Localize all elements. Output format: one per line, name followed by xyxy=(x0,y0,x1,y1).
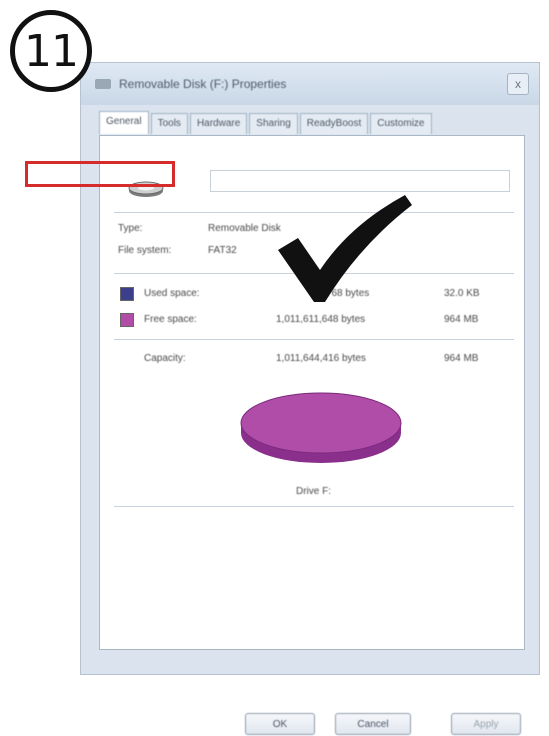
pie-free-slice xyxy=(240,392,402,454)
tab-customize[interactable]: Customize xyxy=(370,113,432,134)
capacity-bytes: 1,011,644,416 bytes xyxy=(276,353,366,364)
apply-button[interactable]: Apply xyxy=(451,713,521,735)
file-system-highlight xyxy=(25,161,175,187)
drive-title-icon xyxy=(95,79,111,89)
checkmark-icon xyxy=(278,195,412,302)
step-number: 11 xyxy=(24,25,79,77)
filesystem-label: File system: xyxy=(118,245,172,256)
drive-caption: Drive F: xyxy=(296,486,331,497)
type-label: Type: xyxy=(118,223,143,234)
ok-button[interactable]: OK xyxy=(245,713,315,735)
close-button[interactable]: x xyxy=(507,73,529,95)
tab-sharing[interactable]: Sharing xyxy=(249,113,298,134)
window-title: Removable Disk (F:) Properties xyxy=(119,77,287,91)
free-space-bytes: 1,011,611,648 bytes xyxy=(276,314,366,325)
capacity-pie-chart xyxy=(240,392,402,463)
title-bar: Removable Disk (F:) Properties x xyxy=(81,63,539,105)
capacity-size: 964 MB xyxy=(444,353,479,364)
used-space-swatch xyxy=(120,287,134,301)
tab-strip: General Tools Hardware Sharing ReadyBoos… xyxy=(99,111,434,135)
separator xyxy=(114,339,514,340)
tab-readyboost[interactable]: ReadyBoost xyxy=(299,113,369,134)
used-space-size: 32.0 KB xyxy=(444,288,480,299)
properties-dialog: Removable Disk (F:) Properties x General… xyxy=(80,62,540,735)
separator xyxy=(114,506,514,507)
free-space-swatch xyxy=(120,313,134,327)
cancel-button[interactable]: Cancel xyxy=(335,713,411,735)
free-space-size: 964 MB xyxy=(444,314,479,325)
tab-tools[interactable]: Tools xyxy=(150,113,188,134)
capacity-label: Capacity: xyxy=(144,353,186,364)
step-number-badge: 11 xyxy=(10,10,92,92)
tab-hardware[interactable]: Hardware xyxy=(189,113,248,134)
filesystem-value: FAT32 xyxy=(208,245,237,256)
tab-general[interactable]: General xyxy=(99,111,149,134)
free-space-label: Free space: xyxy=(144,314,197,325)
drive-name-input[interactable] xyxy=(210,170,510,192)
checkmark-stroke xyxy=(278,195,412,302)
used-space-label: Used space: xyxy=(144,288,200,299)
